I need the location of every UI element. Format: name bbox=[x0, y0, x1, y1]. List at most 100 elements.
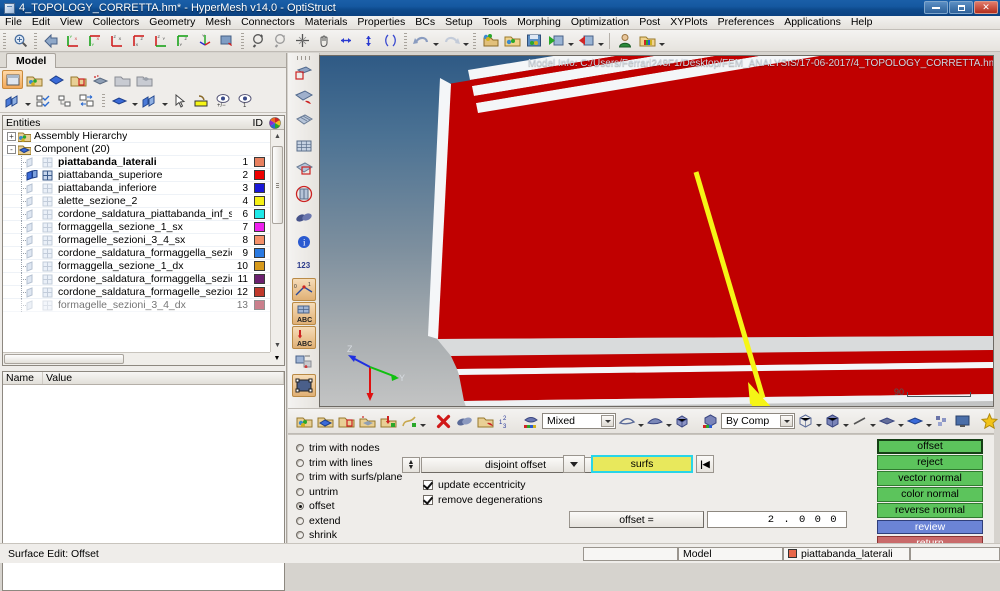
tree-row-component[interactable]: formaggella_sezione_1_sx 7 bbox=[3, 220, 270, 234]
mesh-state-icon[interactable] bbox=[42, 287, 55, 298]
shade-dropdown-icon[interactable] bbox=[131, 91, 139, 110]
undo-icon[interactable] bbox=[411, 31, 431, 50]
radio-indicator[interactable] bbox=[296, 531, 304, 540]
reject-button[interactable]: reject bbox=[877, 455, 983, 470]
menu-item-applications[interactable]: Applications bbox=[779, 16, 846, 29]
collector-icon[interactable] bbox=[295, 412, 314, 431]
mesh-display-icon[interactable] bbox=[292, 110, 316, 133]
mesh-state-icon[interactable] bbox=[42, 235, 55, 246]
geometry-state-icon[interactable] bbox=[26, 221, 39, 233]
radio-untrim[interactable]: untrim bbox=[296, 485, 416, 500]
shrink-element-icon[interactable] bbox=[292, 206, 316, 229]
color-wheel-icon[interactable] bbox=[266, 116, 284, 129]
reverse-normal-button[interactable]: reverse normal bbox=[877, 503, 983, 518]
menu-item-xyplots[interactable]: XYPlots bbox=[665, 16, 712, 29]
tree-row-component[interactable]: formagelle_sezioni_3_4_sx 8 bbox=[3, 233, 270, 247]
view-xy-icon[interactable]: YX bbox=[63, 31, 83, 50]
open-model-icon[interactable] bbox=[502, 31, 522, 50]
expander-icon[interactable]: - bbox=[7, 144, 16, 154]
toolbar-grip[interactable] bbox=[296, 56, 311, 60]
numbering-icon[interactable]: 213 bbox=[497, 412, 513, 431]
menu-item-bcs[interactable]: BCs bbox=[410, 16, 440, 29]
material-create-icon[interactable] bbox=[358, 412, 377, 431]
geom-surface-edit-icon[interactable] bbox=[292, 86, 316, 109]
assembly-icon[interactable] bbox=[24, 70, 45, 89]
delete-icon[interactable] bbox=[435, 412, 452, 431]
close-button[interactable]: ✕ bbox=[974, 1, 998, 14]
radio-indicator[interactable] bbox=[296, 516, 304, 525]
toolbar-grip[interactable] bbox=[241, 32, 244, 49]
material-icon[interactable] bbox=[90, 70, 111, 89]
component-color-swatch[interactable] bbox=[254, 235, 265, 245]
save-model-icon[interactable] bbox=[524, 31, 544, 50]
tree-row-component-group[interactable]: - Component (20) bbox=[3, 143, 270, 156]
tree-row-component[interactable]: cordone_saldatura_piattabanda_inf_sx 6 bbox=[3, 207, 270, 221]
menu-item-connectors[interactable]: Connectors bbox=[236, 16, 300, 29]
organize-icon[interactable] bbox=[476, 412, 495, 431]
component-color-swatch[interactable] bbox=[254, 274, 265, 284]
menu-item-view[interactable]: View bbox=[55, 16, 88, 29]
view-zy-icon[interactable]: ZY bbox=[151, 31, 171, 50]
star-icon[interactable] bbox=[980, 412, 999, 431]
curve-create-icon[interactable] bbox=[400, 412, 419, 431]
status-field-model[interactable]: Model bbox=[678, 546, 783, 561]
session-icon[interactable] bbox=[637, 31, 657, 50]
collapse-list-icon[interactable] bbox=[54, 91, 75, 110]
user-profile-icon[interactable] bbox=[615, 31, 635, 50]
offset-button[interactable]: offset bbox=[877, 439, 983, 454]
fit-crosshair-icon[interactable] bbox=[292, 31, 312, 50]
column-header-name[interactable]: Name bbox=[3, 372, 43, 384]
menu-item-collectors[interactable]: Collectors bbox=[88, 16, 145, 29]
property-create-icon[interactable] bbox=[337, 412, 356, 431]
radio-indicator[interactable] bbox=[296, 487, 304, 496]
export-dropdown-icon[interactable] bbox=[597, 31, 605, 50]
menu-item-optimization[interactable]: Optimization bbox=[566, 16, 634, 29]
status-field-component[interactable]: piattabanda_laterali bbox=[783, 546, 910, 561]
mesh-dropdown-icon[interactable] bbox=[161, 91, 169, 110]
component-color-swatch[interactable] bbox=[254, 261, 265, 271]
undo-dropdown-icon[interactable] bbox=[432, 31, 440, 50]
curve-dropdown-icon[interactable] bbox=[420, 412, 426, 431]
screen-icon[interactable] bbox=[953, 412, 972, 431]
shaded-cube-icon[interactable] bbox=[823, 412, 842, 431]
rewind-icon[interactable]: |◀ bbox=[696, 455, 714, 473]
chevron-down-icon[interactable] bbox=[601, 415, 614, 427]
mesh-mode-icon[interactable] bbox=[139, 91, 160, 110]
surface-display-dropdown-icon[interactable] bbox=[926, 412, 932, 431]
redo-dropdown-icon[interactable] bbox=[462, 31, 470, 50]
geometry-state-icon[interactable] bbox=[26, 156, 39, 168]
rotate-horizontal-icon[interactable] bbox=[336, 31, 356, 50]
line-dropdown-icon[interactable] bbox=[870, 412, 876, 431]
mesh-grid-icon[interactable] bbox=[292, 134, 316, 157]
color-mode-icon[interactable] bbox=[701, 412, 720, 431]
scrollbar-thumb[interactable] bbox=[4, 354, 124, 364]
column-header-value[interactable]: Value bbox=[43, 372, 284, 384]
tree-row-assembly-hierarchy[interactable]: + Assembly Hierarchy bbox=[3, 130, 270, 143]
redo-icon[interactable] bbox=[441, 31, 461, 50]
geometry-state-icon[interactable] bbox=[26, 234, 39, 246]
menu-item-morphing[interactable]: Morphing bbox=[512, 16, 566, 29]
geometry-state-icon[interactable] bbox=[26, 299, 39, 311]
component-color-swatch[interactable] bbox=[254, 300, 265, 310]
geometry-state-icon[interactable] bbox=[26, 260, 39, 272]
mesh-state-icon[interactable] bbox=[42, 209, 55, 220]
stack-icon[interactable] bbox=[134, 70, 155, 89]
radio-trim-with-nodes[interactable]: trim with nodes bbox=[296, 441, 416, 456]
toolbar-grip[interactable] bbox=[34, 32, 37, 49]
zoom-fit-icon[interactable] bbox=[10, 31, 30, 50]
scroll-up-arrow-icon[interactable]: ▲ bbox=[271, 130, 284, 143]
model-browser-icon[interactable] bbox=[2, 70, 23, 89]
property-icon[interactable] bbox=[68, 70, 89, 89]
display-all-icon[interactable] bbox=[2, 91, 23, 110]
surface-mode-icon[interactable] bbox=[617, 412, 637, 431]
entities-horizontal-scrollbar[interactable] bbox=[3, 352, 270, 365]
radio-indicator[interactable] bbox=[296, 473, 304, 482]
component-color-swatch[interactable] bbox=[254, 287, 265, 297]
view-xz-icon[interactable]: XZ bbox=[129, 31, 149, 50]
checkbox-remove-degenerations[interactable]: remove degenerations bbox=[423, 492, 608, 507]
zoom-out-icon[interactable] bbox=[270, 31, 290, 50]
fragment-icon[interactable] bbox=[933, 412, 951, 431]
tree-row-component[interactable]: piattabanda_inferiore 3 bbox=[3, 181, 270, 195]
line-display-icon[interactable] bbox=[850, 412, 869, 431]
component-color-swatch[interactable] bbox=[254, 196, 265, 206]
